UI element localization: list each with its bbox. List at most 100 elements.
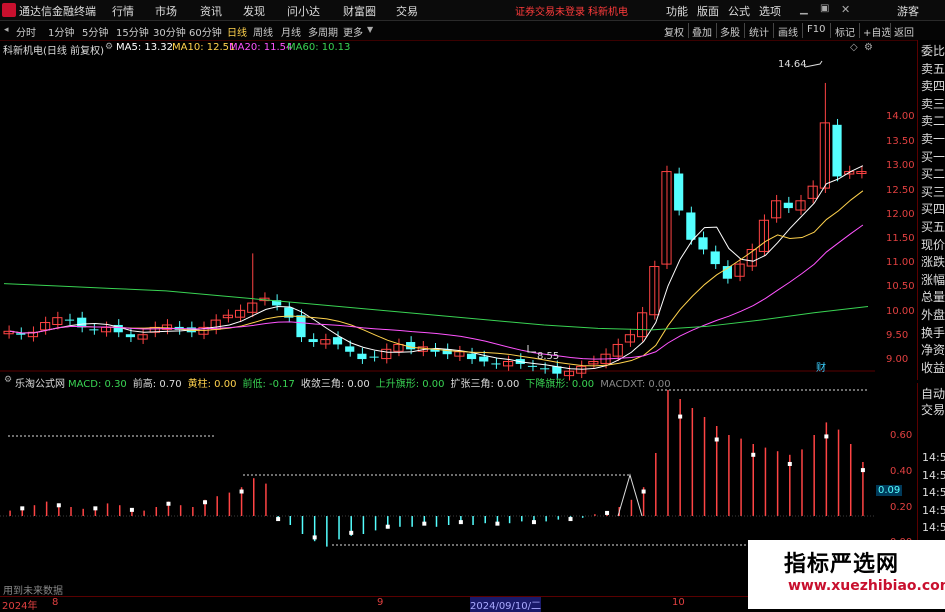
quote-field-label[interactable]: 涨跌 [921, 253, 945, 270]
macd-current-value: 0.09 [876, 485, 903, 496]
menu-discover[interactable]: 发现 [243, 3, 265, 19]
auto-trade-label[interactable]: 交易 [921, 401, 945, 418]
indicator-item: 下降旗形: 0.00 [525, 379, 595, 390]
diamond-icon[interactable]: ◇ [850, 42, 858, 53]
macd-dot [276, 517, 281, 522]
candle-body [674, 173, 684, 211]
macd-dot [787, 461, 792, 466]
quote-field-label[interactable]: 卖二 [921, 112, 945, 129]
stats-button[interactable]: 统计 [749, 24, 769, 39]
quote-field-label[interactable]: 外盘 [921, 306, 945, 323]
add-watchlist-button[interactable]: +自选 [863, 24, 891, 39]
high-price-label: 14.64 [778, 59, 807, 70]
overlay-button[interactable]: 叠加 [692, 24, 712, 39]
quote-field-label[interactable]: 买二 [921, 165, 945, 182]
menu-market[interactable]: 市场 [155, 3, 177, 19]
multi-stock-button[interactable]: 多股 [720, 24, 740, 39]
period-30min[interactable]: 30分钟 [153, 24, 186, 39]
menu-wealth[interactable]: 财富圈 [343, 3, 376, 19]
period-1min[interactable]: 1分钟 [48, 24, 74, 39]
macd-dot [203, 500, 208, 505]
date-label: 8 [52, 597, 59, 608]
quote-field-label[interactable]: 净资 [921, 341, 945, 358]
watermark-url: www.xuezhibiao.com [788, 578, 945, 594]
mark-button[interactable]: 标记 [835, 24, 855, 39]
quote-field-label[interactable]: 总量 [921, 288, 945, 305]
toolbar-divider [744, 23, 745, 38]
menu-formula[interactable]: 公式 [728, 3, 750, 19]
quote-field-label[interactable]: 买四 [921, 200, 945, 217]
indicator-item: 前低: -0.17 [242, 379, 295, 390]
menu-function[interactable]: 功能 [666, 3, 688, 19]
draw-button[interactable]: 画线 [778, 24, 798, 39]
close-icon[interactable]: ✕ [841, 3, 850, 16]
quote-field-label[interactable]: 买三 [921, 183, 945, 200]
macd-dot [495, 521, 500, 526]
period-monthly[interactable]: 月线 [281, 24, 301, 39]
candle-body [345, 346, 355, 352]
quote-field-label[interactable]: 委比 [921, 42, 945, 59]
time-label: 14:56 [922, 521, 945, 534]
event-marker[interactable]: 财 [816, 359, 826, 374]
quote-field-label[interactable]: 换手 [921, 324, 945, 341]
quote-field-label[interactable]: 卖三 [921, 95, 945, 112]
trade-login-warning[interactable]: 证券交易未登录 [515, 3, 585, 18]
menu-trade[interactable]: 交易 [396, 3, 418, 19]
chart-annotations [8, 60, 868, 546]
quote-field-label[interactable]: 涨幅 [921, 271, 945, 288]
minimize-icon[interactable]: ▁ [800, 4, 808, 15]
period-15min[interactable]: 15分钟 [116, 24, 149, 39]
quote-field-label[interactable]: 卖五 [921, 60, 945, 77]
period-5min[interactable]: 5分钟 [82, 24, 108, 39]
quote-side-panel: 委比 卖五 卖四 卖三 卖二 卖一 买一 买二 买三 买四 买五 现价 涨跌 涨幅 总量 外盘 换手 净资 收益 [917, 40, 945, 380]
period-multi[interactable]: 多周期 [308, 24, 338, 39]
indicator-item: 扩张三角: 0.00 [450, 379, 520, 390]
indicator-gear-icon[interactable]: ⚙ [4, 375, 12, 385]
quote-field-label[interactable]: 现价 [921, 236, 945, 253]
menu-ask[interactable]: 问小达 [287, 3, 320, 19]
quote-field-label[interactable]: 买五 [921, 218, 945, 235]
indicator-name[interactable]: 乐淘公式网 [15, 375, 65, 390]
period-60min[interactable]: 60分钟 [189, 24, 222, 39]
restore-icon[interactable]: ▣ [820, 3, 829, 14]
quote-field-label[interactable]: 卖一 [921, 130, 945, 147]
right-axis [875, 40, 917, 609]
quote-field-label[interactable]: 收益 [921, 359, 945, 376]
date-label: 2024年 [2, 601, 38, 612]
time-label: 14:56 [922, 486, 945, 499]
quote-field-label[interactable]: 卖四 [921, 77, 945, 94]
menu-options[interactable]: 选项 [759, 3, 781, 19]
user-guest[interactable]: 游客 [897, 3, 919, 19]
macd-tick: 0.20 [890, 502, 913, 513]
macd-dot [824, 434, 829, 439]
menu-layout[interactable]: 版面 [697, 3, 719, 19]
candle-body [503, 361, 514, 367]
adjust-button[interactable]: 复权 [664, 24, 684, 39]
price-tick: 13.50 [886, 136, 915, 147]
time-label: 14:56 [922, 468, 945, 482]
f10-button[interactable]: F10 [807, 24, 825, 35]
quote-field-label[interactable]: 买一 [921, 148, 945, 165]
settings-gear-icon[interactable]: ⚙ [105, 42, 113, 52]
macd-dot [751, 452, 756, 457]
collapse-icon[interactable]: ◂ [4, 25, 9, 35]
period-more[interactable]: 更多 [343, 24, 363, 39]
period-timeshare[interactable]: 分时 [16, 24, 36, 39]
more-chevron-down-icon[interactable]: ▼ [367, 25, 373, 34]
period-weekly[interactable]: 周线 [253, 24, 273, 39]
chart-canvas[interactable] [0, 55, 875, 596]
toolbar-divider [773, 23, 774, 38]
date-label: 9 [377, 597, 384, 608]
candle-body [125, 334, 136, 338]
macd-dot [714, 437, 719, 442]
period-daily[interactable]: 日线 [227, 24, 247, 39]
price-tick: 11.50 [886, 233, 915, 244]
macd-dot [349, 530, 354, 535]
menu-news[interactable]: 资讯 [200, 3, 222, 19]
candle-body [527, 365, 538, 367]
candle-body [491, 363, 501, 365]
auto-trade-label[interactable]: 自动 [921, 385, 945, 402]
back-button[interactable]: 返回 [894, 24, 914, 39]
menu-quotes[interactable]: 行情 [112, 3, 134, 19]
settings-icon[interactable]: ⚙ [864, 42, 873, 53]
